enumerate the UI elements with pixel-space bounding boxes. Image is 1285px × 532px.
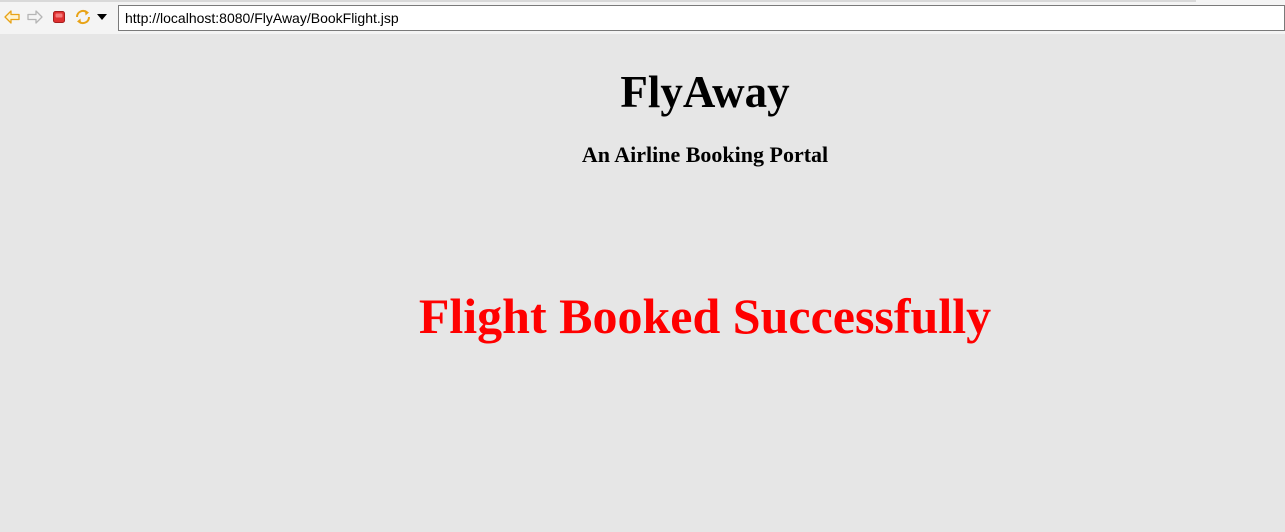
forward-arrow-icon — [27, 10, 43, 24]
toolbar-top-border — [0, 0, 1196, 2]
history-dropdown-button[interactable] — [95, 8, 109, 26]
dropdown-triangle-icon — [97, 14, 107, 20]
refresh-icon — [75, 9, 91, 25]
stop-icon — [53, 11, 65, 23]
site-title: FlyAway — [620, 67, 790, 117]
site-subtitle: An Airline Booking Portal — [581, 142, 829, 167]
url-input[interactable] — [118, 5, 1285, 31]
browser-toolbar — [0, 0, 1285, 34]
stop-button[interactable] — [50, 8, 68, 26]
back-arrow-icon — [4, 10, 20, 24]
forward-button[interactable] — [26, 8, 44, 26]
refresh-button[interactable] — [74, 8, 92, 26]
page-content: FlyAway An Airline Booking Portal Flight… — [0, 34, 1285, 532]
booking-success-message: Flight Booked Successfully — [418, 288, 992, 344]
back-button[interactable] — [3, 8, 21, 26]
